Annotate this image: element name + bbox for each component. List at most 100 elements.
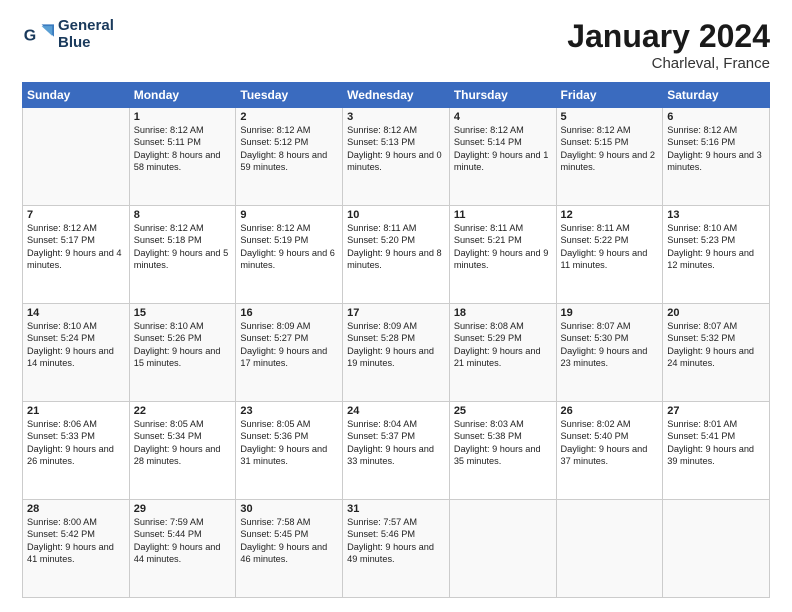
day-info: Sunrise: 8:07 AM Sunset: 5:30 PM Dayligh… xyxy=(561,320,659,370)
logo-text: General Blue xyxy=(58,18,114,51)
day-number: 22 xyxy=(134,405,232,417)
day-number: 7 xyxy=(27,209,125,221)
day-info: Sunrise: 8:10 AM Sunset: 5:26 PM Dayligh… xyxy=(134,320,232,370)
day-number: 24 xyxy=(347,405,445,417)
header: G General Blue January 2024 Charleval, F… xyxy=(22,18,770,72)
day-info: Sunrise: 8:09 AM Sunset: 5:27 PM Dayligh… xyxy=(240,320,338,370)
day-info: Sunrise: 8:04 AM Sunset: 5:37 PM Dayligh… xyxy=(347,418,445,468)
day-info: Sunrise: 8:03 AM Sunset: 5:38 PM Dayligh… xyxy=(454,418,552,468)
day-number: 8 xyxy=(134,209,232,221)
day-info: Sunrise: 7:59 AM Sunset: 5:44 PM Dayligh… xyxy=(134,516,232,566)
day-info: Sunrise: 8:12 AM Sunset: 5:11 PM Dayligh… xyxy=(134,124,232,174)
day-number: 20 xyxy=(667,307,765,319)
week-row-4: 21Sunrise: 8:06 AM Sunset: 5:33 PM Dayli… xyxy=(23,402,770,500)
day-info: Sunrise: 8:12 AM Sunset: 5:14 PM Dayligh… xyxy=(454,124,552,174)
logo: G General Blue xyxy=(22,18,114,51)
calendar-cell: 6Sunrise: 8:12 AM Sunset: 5:16 PM Daylig… xyxy=(663,108,770,206)
calendar-cell: 5Sunrise: 8:12 AM Sunset: 5:15 PM Daylig… xyxy=(556,108,663,206)
col-sunday: Sunday xyxy=(23,83,130,108)
day-info: Sunrise: 8:11 AM Sunset: 5:20 PM Dayligh… xyxy=(347,222,445,272)
day-info: Sunrise: 8:12 AM Sunset: 5:17 PM Dayligh… xyxy=(27,222,125,272)
calendar-cell: 19Sunrise: 8:07 AM Sunset: 5:30 PM Dayli… xyxy=(556,304,663,402)
calendar-cell: 14Sunrise: 8:10 AM Sunset: 5:24 PM Dayli… xyxy=(23,304,130,402)
day-number: 27 xyxy=(667,405,765,417)
calendar-cell: 22Sunrise: 8:05 AM Sunset: 5:34 PM Dayli… xyxy=(129,402,236,500)
calendar-cell: 29Sunrise: 7:59 AM Sunset: 5:44 PM Dayli… xyxy=(129,500,236,598)
calendar-cell xyxy=(556,500,663,598)
week-row-3: 14Sunrise: 8:10 AM Sunset: 5:24 PM Dayli… xyxy=(23,304,770,402)
calendar-cell: 3Sunrise: 8:12 AM Sunset: 5:13 PM Daylig… xyxy=(343,108,450,206)
day-number: 10 xyxy=(347,209,445,221)
col-friday: Friday xyxy=(556,83,663,108)
svg-text:G: G xyxy=(24,27,36,44)
calendar-cell: 27Sunrise: 8:01 AM Sunset: 5:41 PM Dayli… xyxy=(663,402,770,500)
subtitle: Charleval, France xyxy=(567,55,770,72)
day-number: 11 xyxy=(454,209,552,221)
col-tuesday: Tuesday xyxy=(236,83,343,108)
day-info: Sunrise: 8:12 AM Sunset: 5:15 PM Dayligh… xyxy=(561,124,659,174)
day-number: 26 xyxy=(561,405,659,417)
calendar-cell: 16Sunrise: 8:09 AM Sunset: 5:27 PM Dayli… xyxy=(236,304,343,402)
calendar-cell: 4Sunrise: 8:12 AM Sunset: 5:14 PM Daylig… xyxy=(449,108,556,206)
calendar-table: Sunday Monday Tuesday Wednesday Thursday… xyxy=(22,82,770,598)
calendar-cell: 13Sunrise: 8:10 AM Sunset: 5:23 PM Dayli… xyxy=(663,206,770,304)
week-row-5: 28Sunrise: 8:00 AM Sunset: 5:42 PM Dayli… xyxy=(23,500,770,598)
day-number: 21 xyxy=(27,405,125,417)
day-number: 28 xyxy=(27,503,125,515)
day-info: Sunrise: 8:00 AM Sunset: 5:42 PM Dayligh… xyxy=(27,516,125,566)
day-number: 16 xyxy=(240,307,338,319)
day-info: Sunrise: 8:09 AM Sunset: 5:28 PM Dayligh… xyxy=(347,320,445,370)
header-row: Sunday Monday Tuesday Wednesday Thursday… xyxy=(23,83,770,108)
day-info: Sunrise: 8:07 AM Sunset: 5:32 PM Dayligh… xyxy=(667,320,765,370)
calendar-cell xyxy=(23,108,130,206)
day-number: 17 xyxy=(347,307,445,319)
day-info: Sunrise: 8:12 AM Sunset: 5:12 PM Dayligh… xyxy=(240,124,338,174)
day-info: Sunrise: 8:11 AM Sunset: 5:22 PM Dayligh… xyxy=(561,222,659,272)
day-number: 4 xyxy=(454,111,552,123)
day-info: Sunrise: 8:05 AM Sunset: 5:36 PM Dayligh… xyxy=(240,418,338,468)
col-wednesday: Wednesday xyxy=(343,83,450,108)
day-number: 1 xyxy=(134,111,232,123)
calendar-cell: 9Sunrise: 8:12 AM Sunset: 5:19 PM Daylig… xyxy=(236,206,343,304)
calendar-cell: 12Sunrise: 8:11 AM Sunset: 5:22 PM Dayli… xyxy=(556,206,663,304)
day-number: 18 xyxy=(454,307,552,319)
day-info: Sunrise: 7:58 AM Sunset: 5:45 PM Dayligh… xyxy=(240,516,338,566)
page: G General Blue January 2024 Charleval, F… xyxy=(0,0,792,612)
day-info: Sunrise: 8:05 AM Sunset: 5:34 PM Dayligh… xyxy=(134,418,232,468)
calendar-cell: 25Sunrise: 8:03 AM Sunset: 5:38 PM Dayli… xyxy=(449,402,556,500)
day-number: 2 xyxy=(240,111,338,123)
day-info: Sunrise: 8:10 AM Sunset: 5:24 PM Dayligh… xyxy=(27,320,125,370)
day-number: 5 xyxy=(561,111,659,123)
day-number: 13 xyxy=(667,209,765,221)
day-info: Sunrise: 7:57 AM Sunset: 5:46 PM Dayligh… xyxy=(347,516,445,566)
logo-icon: G xyxy=(22,19,54,51)
day-number: 23 xyxy=(240,405,338,417)
day-number: 30 xyxy=(240,503,338,515)
day-number: 9 xyxy=(240,209,338,221)
day-number: 29 xyxy=(134,503,232,515)
day-info: Sunrise: 8:08 AM Sunset: 5:29 PM Dayligh… xyxy=(454,320,552,370)
day-info: Sunrise: 8:01 AM Sunset: 5:41 PM Dayligh… xyxy=(667,418,765,468)
day-info: Sunrise: 8:10 AM Sunset: 5:23 PM Dayligh… xyxy=(667,222,765,272)
calendar-cell: 23Sunrise: 8:05 AM Sunset: 5:36 PM Dayli… xyxy=(236,402,343,500)
main-title: January 2024 xyxy=(567,18,770,55)
calendar-cell xyxy=(449,500,556,598)
week-row-2: 7Sunrise: 8:12 AM Sunset: 5:17 PM Daylig… xyxy=(23,206,770,304)
calendar-cell: 11Sunrise: 8:11 AM Sunset: 5:21 PM Dayli… xyxy=(449,206,556,304)
calendar-cell: 2Sunrise: 8:12 AM Sunset: 5:12 PM Daylig… xyxy=(236,108,343,206)
day-number: 19 xyxy=(561,307,659,319)
calendar-cell: 17Sunrise: 8:09 AM Sunset: 5:28 PM Dayli… xyxy=(343,304,450,402)
day-number: 31 xyxy=(347,503,445,515)
calendar-cell: 28Sunrise: 8:00 AM Sunset: 5:42 PM Dayli… xyxy=(23,500,130,598)
calendar-cell: 18Sunrise: 8:08 AM Sunset: 5:29 PM Dayli… xyxy=(449,304,556,402)
week-row-1: 1Sunrise: 8:12 AM Sunset: 5:11 PM Daylig… xyxy=(23,108,770,206)
day-info: Sunrise: 8:12 AM Sunset: 5:16 PM Dayligh… xyxy=(667,124,765,174)
col-thursday: Thursday xyxy=(449,83,556,108)
title-block: January 2024 Charleval, France xyxy=(567,18,770,72)
col-monday: Monday xyxy=(129,83,236,108)
day-info: Sunrise: 8:12 AM Sunset: 5:18 PM Dayligh… xyxy=(134,222,232,272)
day-number: 3 xyxy=(347,111,445,123)
day-info: Sunrise: 8:02 AM Sunset: 5:40 PM Dayligh… xyxy=(561,418,659,468)
day-number: 6 xyxy=(667,111,765,123)
calendar-cell: 7Sunrise: 8:12 AM Sunset: 5:17 PM Daylig… xyxy=(23,206,130,304)
